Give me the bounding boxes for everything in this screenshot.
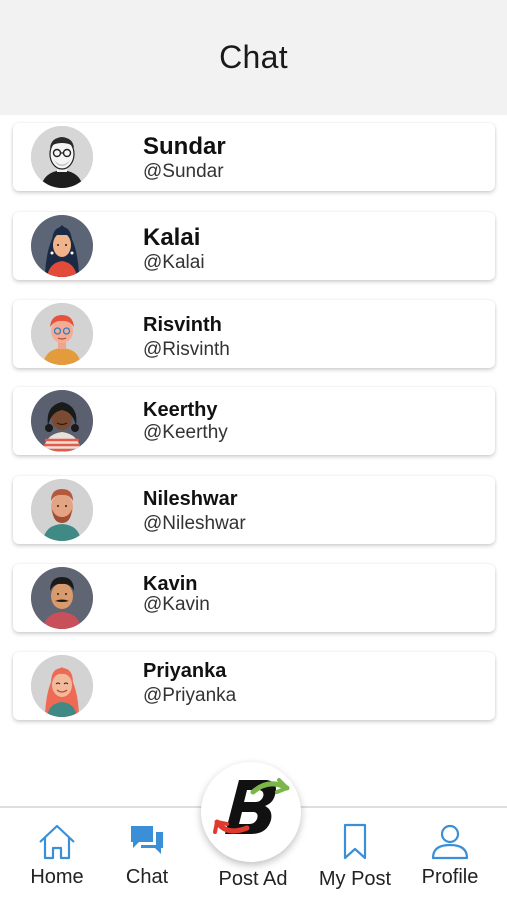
post-ad-button[interactable] [201,762,301,862]
page-title: Chat [219,39,288,75]
contact-name: Priyanka [143,660,227,682]
nav-label-post-ad: Post Ad [218,868,288,890]
chat-list-item-kavin[interactable]: Kavin @Kavin [13,564,495,632]
contact-name: Risvinth [143,314,222,336]
avatar-keerthy [31,390,93,452]
app-header: Chat [0,0,507,115]
contact-name: Sundar [143,133,226,160]
contact-name: Kavin [143,573,198,595]
profile-icon [431,824,469,860]
chat-list-item-risvinth[interactable]: Risvinth @Risvinth [13,300,495,368]
bookmark-icon [343,823,367,860]
chat-list-item-nileshwar[interactable]: Nileshwar @Nileshwar [13,476,495,544]
avatar-sundar [31,126,93,188]
contact-handle: @Sundar [143,161,224,182]
chat-icon [131,826,163,854]
nav-label-profile: Profile [421,866,479,888]
avatar-kalai [31,215,93,277]
avatar-kavin [31,567,93,629]
avatar-priyanka [31,655,93,717]
avatar-risvinth [31,303,93,365]
nav-profile[interactable]: Profile [400,808,500,900]
nav-my-post[interactable]: My Post [305,808,405,900]
contact-handle: @Risvinth [143,339,230,360]
contact-name: Nileshwar [143,488,238,510]
nav-label-my-post: My Post [318,868,392,890]
contact-handle: @Kavin [143,594,210,615]
nav-label-chat: Chat [125,866,169,888]
chat-list-item-keerthy[interactable]: Keerthy @Keerthy [13,387,495,455]
nav-chat[interactable]: Chat [97,808,197,900]
contact-handle: @Kalai [143,252,205,273]
chat-list-item-sundar[interactable]: Sundar @Sundar [13,123,495,191]
chat-list-item-kalai[interactable]: Kalai @Kalai [13,212,495,280]
nav-label-home: Home [30,866,84,888]
contact-name: Keerthy [143,399,218,421]
contact-handle: @Priyanka [143,685,237,706]
chat-list-item-priyanka[interactable]: Priyanka @Priyanka [13,652,495,720]
contact-name: Kalai [143,224,201,251]
contact-handle: @Keerthy [143,422,228,443]
home-icon [39,824,75,860]
nav-home[interactable]: Home [7,808,107,900]
post-ad-logo [213,778,290,834]
contact-handle: @Nileshwar [143,513,246,534]
avatar-nileshwar [31,479,93,541]
